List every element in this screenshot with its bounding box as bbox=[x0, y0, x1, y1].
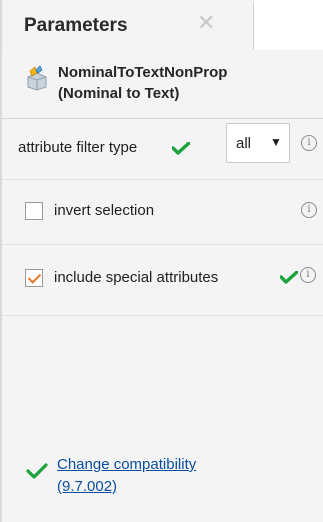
param-include-special-attributes: include special attributes i bbox=[0, 245, 323, 316]
invert-selection-checkbox[interactable] bbox=[25, 202, 43, 220]
operator-name-line2: (Nominal to Text) bbox=[58, 85, 180, 102]
param-label: include special attributes bbox=[54, 269, 219, 286]
compat-link-line1: Change compatibility bbox=[57, 456, 197, 473]
compat-link-line2: (9.7.002) bbox=[57, 478, 118, 495]
info-icon[interactable]: i bbox=[300, 267, 316, 283]
operator-name: NominalToTextNonProp (Nominal to Text) bbox=[58, 62, 227, 104]
tab-bar: Parameters ✕ bbox=[0, 0, 323, 51]
param-invert-selection: invert selection i bbox=[0, 180, 323, 245]
change-compatibility-link[interactable]: Change compatibility (9.7.002) bbox=[57, 454, 196, 498]
check-icon bbox=[26, 463, 48, 479]
tab-parameters[interactable]: Parameters ✕ bbox=[4, 2, 254, 50]
tab-title: Parameters bbox=[24, 15, 128, 36]
operator-name-line1: NominalToTextNonProp bbox=[58, 64, 228, 81]
tab-bar-empty-area bbox=[254, 0, 323, 51]
select-value: all bbox=[236, 135, 252, 152]
compatibility-section: Change compatibility (9.7.002) bbox=[0, 440, 323, 522]
panel-left-edge bbox=[0, 0, 2, 522]
nominal-to-text-icon bbox=[27, 65, 47, 91]
info-icon[interactable]: i bbox=[301, 202, 317, 218]
param-label: attribute filter type bbox=[18, 139, 138, 156]
param-label: invert selection bbox=[54, 202, 155, 219]
modified-check-icon bbox=[172, 142, 190, 155]
attribute-filter-type-select[interactable]: all ▼ bbox=[226, 123, 290, 163]
close-icon[interactable]: ✕ bbox=[197, 12, 215, 34]
info-icon[interactable]: i bbox=[301, 135, 317, 151]
chevron-down-icon: ▼ bbox=[270, 135, 282, 149]
parameters-panel: Parameters ✕ NominalToTextNonProp (Nomin… bbox=[0, 0, 323, 522]
operator-header: NominalToTextNonProp (Nominal to Text) bbox=[0, 50, 323, 119]
modified-check-icon bbox=[280, 271, 298, 284]
param-attribute-filter-type: attribute filter type all ▼ i bbox=[0, 119, 323, 180]
include-special-attributes-checkbox[interactable] bbox=[25, 269, 43, 287]
